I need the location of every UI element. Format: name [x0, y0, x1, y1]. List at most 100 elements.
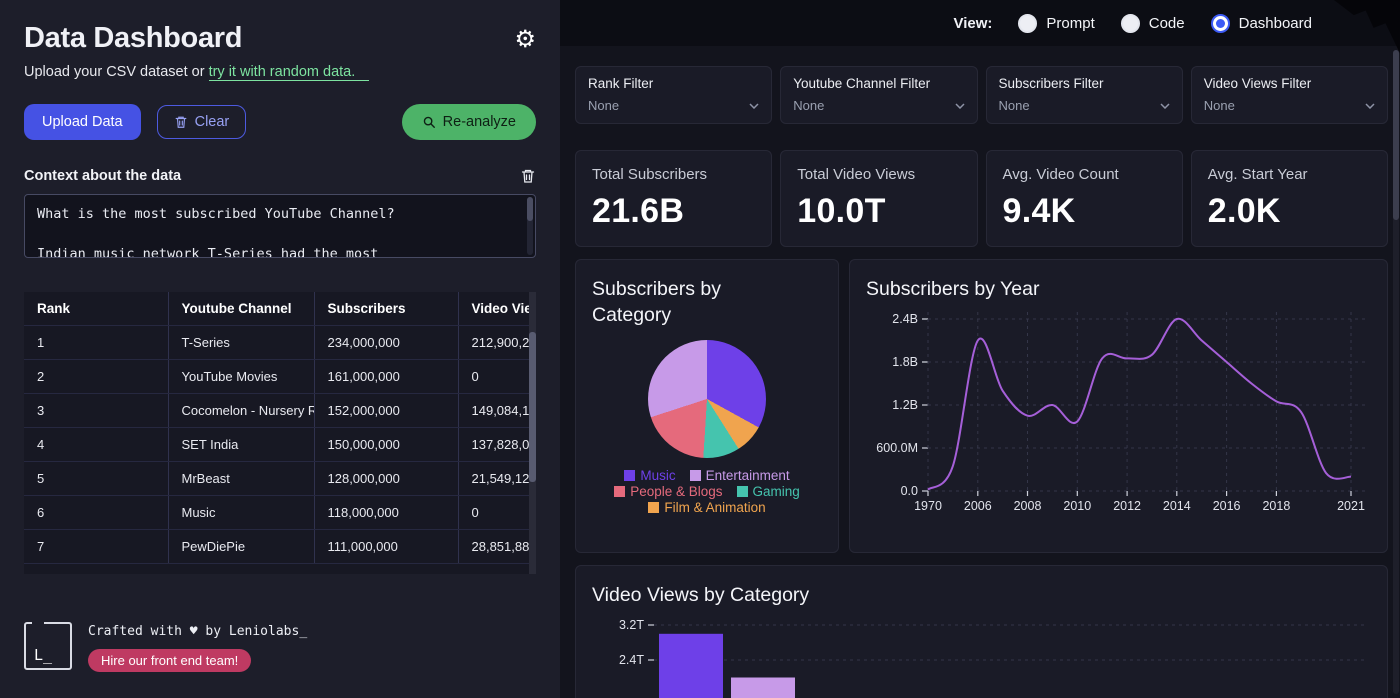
view-option-dashboard[interactable]: Dashboard — [1210, 13, 1312, 33]
svg-text:2016: 2016 — [1213, 499, 1241, 513]
stat-value: 21.6B — [592, 192, 685, 230]
stat-label: Total Video Views — [797, 166, 916, 183]
cell-views: 21,549,128 — [458, 461, 536, 496]
header-subscribers: Subscribers — [314, 292, 459, 326]
stat-card-avg-video-count: Avg. Video Count 9.4K — [985, 150, 1183, 247]
cell-rank: 2 — [24, 359, 169, 394]
legend-item-music[interactable]: Music — [624, 468, 676, 483]
cell-subscribers: 150,000,000 — [314, 427, 459, 462]
cell-channel: YouTube Movies — [168, 359, 315, 394]
legend-item-entertainment[interactable]: Entertainment — [689, 468, 790, 483]
radio-dashboard-icon[interactable] — [1210, 13, 1230, 33]
header-channel: Youtube Channel — [168, 292, 315, 326]
cell-channel: MrBeast — [168, 461, 315, 496]
svg-text:1.8B: 1.8B — [892, 355, 918, 369]
legend-swatch — [689, 470, 701, 481]
stat-label: Total Subscribers — [592, 166, 708, 183]
radio-code-icon[interactable] — [1120, 13, 1140, 33]
filter-label: Youtube Channel Filter — [793, 76, 931, 91]
svg-text:3.2T: 3.2T — [619, 618, 644, 632]
cell-subscribers: 118,000,000 — [314, 495, 459, 530]
delete-context-button[interactable] — [520, 168, 536, 184]
svg-text:2018: 2018 — [1262, 499, 1290, 513]
pie-chart-card: Subscribers by Category Music Entertainm… — [575, 259, 839, 553]
rank-filter-select[interactable]: None — [588, 98, 759, 113]
subscribers-filter-select[interactable]: None — [999, 98, 1170, 113]
view-topbar: View: Prompt Code Dashboard — [560, 0, 1400, 54]
view-option-code-label: Code — [1148, 14, 1185, 32]
view-option-dashboard-label: Dashboard — [1238, 14, 1312, 32]
filter-value: None — [1203, 98, 1235, 113]
settings-gear-icon[interactable]: ⚙ — [514, 27, 536, 51]
pie-chart-title: Subscribers by Category — [592, 278, 721, 326]
reanalyze-button[interactable]: Re-analyze — [401, 104, 536, 140]
filter-label: Subscribers Filter — [998, 76, 1104, 91]
textarea-scrollbar[interactable] — [527, 197, 533, 255]
stat-label: Avg. Video Count — [1002, 166, 1119, 183]
legend-item-gaming[interactable]: Gaming — [736, 484, 800, 499]
subtitle-text: Upload your CSV dataset or — [24, 64, 205, 80]
view-label: View: — [953, 14, 993, 32]
chevron-down-icon — [749, 102, 759, 109]
view-option-code[interactable]: Code — [1120, 13, 1185, 33]
cell-views: 0 — [458, 495, 536, 530]
view-option-prompt[interactable]: Prompt — [1018, 13, 1095, 33]
data-table[interactable]: Rank Youtube Channel Subscribers Video V… — [24, 292, 536, 574]
legend-item-people-blogs[interactable]: People & Blogs — [614, 484, 723, 499]
stat-label: Avg. Start Year — [1207, 166, 1308, 183]
line-chart-svg: 0.0 600.0M 1.2B 1.8B 2.4B 1970 2006 2008 2010 201… — [876, 312, 1367, 513]
left-panel: Data Dashboard ⚙ Upload your CSV dataset… — [0, 0, 560, 698]
radio-prompt-icon[interactable] — [1018, 13, 1038, 33]
hire-team-badge[interactable]: Hire our front end team! — [88, 649, 252, 672]
table-scrollbar[interactable] — [529, 292, 536, 574]
context-textarea[interactable]: What is the most subscribed YouTube Chan… — [24, 194, 536, 258]
context-label: Context about the data — [24, 168, 182, 184]
stats-row: Total Subscribers 21.6B Total Video View… — [575, 150, 1388, 247]
cell-channel: T-Series — [168, 325, 315, 360]
app-root: Data Dashboard ⚙ Upload your CSV dataset… — [0, 0, 1400, 698]
svg-text:2008: 2008 — [1014, 499, 1042, 513]
cell-subscribers: 128,000,000 — [314, 461, 459, 496]
cell-subscribers: 161,000,000 — [314, 359, 459, 394]
filter-card-rank: Rank Filter None — [575, 66, 773, 124]
svg-text:600.0M: 600.0M — [876, 441, 918, 455]
header-rank: Rank — [24, 292, 169, 326]
stat-card-avg-start-year: Avg. Start Year 2.0K — [1190, 150, 1388, 247]
cell-views: 212,900,27 — [458, 325, 536, 360]
cell-channel: PewDiePie — [168, 529, 315, 564]
bar-chart-title: Video Views by Category — [592, 584, 810, 606]
cell-views: 28,851,883 — [458, 529, 536, 564]
views-filter-select[interactable]: None — [1204, 98, 1375, 113]
filter-value: None — [588, 98, 620, 113]
chevron-down-icon — [1365, 102, 1375, 109]
upload-data-button[interactable]: Upload Data — [24, 104, 141, 140]
table-row: 1 T-Series 234,000,000 212,900,27 — [24, 325, 536, 360]
bar-chart-svg: 3.2T 2.4T — [619, 618, 1367, 698]
clear-button-label: Clear — [194, 114, 230, 130]
page-scrollbar[interactable] — [1393, 50, 1399, 694]
view-option-prompt-label: Prompt — [1046, 14, 1095, 32]
cell-rank: 4 — [24, 427, 169, 462]
channel-filter-select[interactable]: None — [793, 98, 965, 113]
svg-text:1.2B: 1.2B — [892, 398, 918, 412]
charts-row: Subscribers by Category Music Entertainm… — [575, 259, 1388, 553]
cell-rank: 7 — [24, 529, 169, 564]
clear-button[interactable]: Clear — [156, 105, 247, 139]
stat-card-total-subscribers: Total Subscribers 21.6B — [575, 150, 773, 247]
random-data-link[interactable]: try it with random data. — [208, 64, 370, 81]
svg-text:2010: 2010 — [1063, 499, 1091, 513]
svg-text:2012: 2012 — [1113, 499, 1141, 513]
stat-value: 9.4K — [1002, 192, 1076, 230]
line-chart-card: Subscribers by Year 0.0 600.0M 1.2B 1.8B 2.4… — [849, 259, 1388, 553]
cell-subscribers: 111,000,000 — [314, 529, 459, 564]
svg-text:2006: 2006 — [964, 499, 992, 513]
cell-views: 0 — [458, 359, 536, 394]
filters-row: Rank Filter None Youtube Channel Filter … — [575, 66, 1388, 124]
leniolabs-logo[interactable]: L_ — [24, 621, 72, 670]
trash-icon — [175, 116, 186, 128]
chevron-down-icon — [954, 102, 965, 109]
table-row: 7 PewDiePie 111,000,000 28,851,883 — [24, 529, 536, 564]
filter-label: Video Views Filter — [1203, 76, 1312, 91]
legend-item-film-animation[interactable]: Film & Animation — [648, 500, 766, 515]
legend-swatch — [624, 470, 636, 481]
